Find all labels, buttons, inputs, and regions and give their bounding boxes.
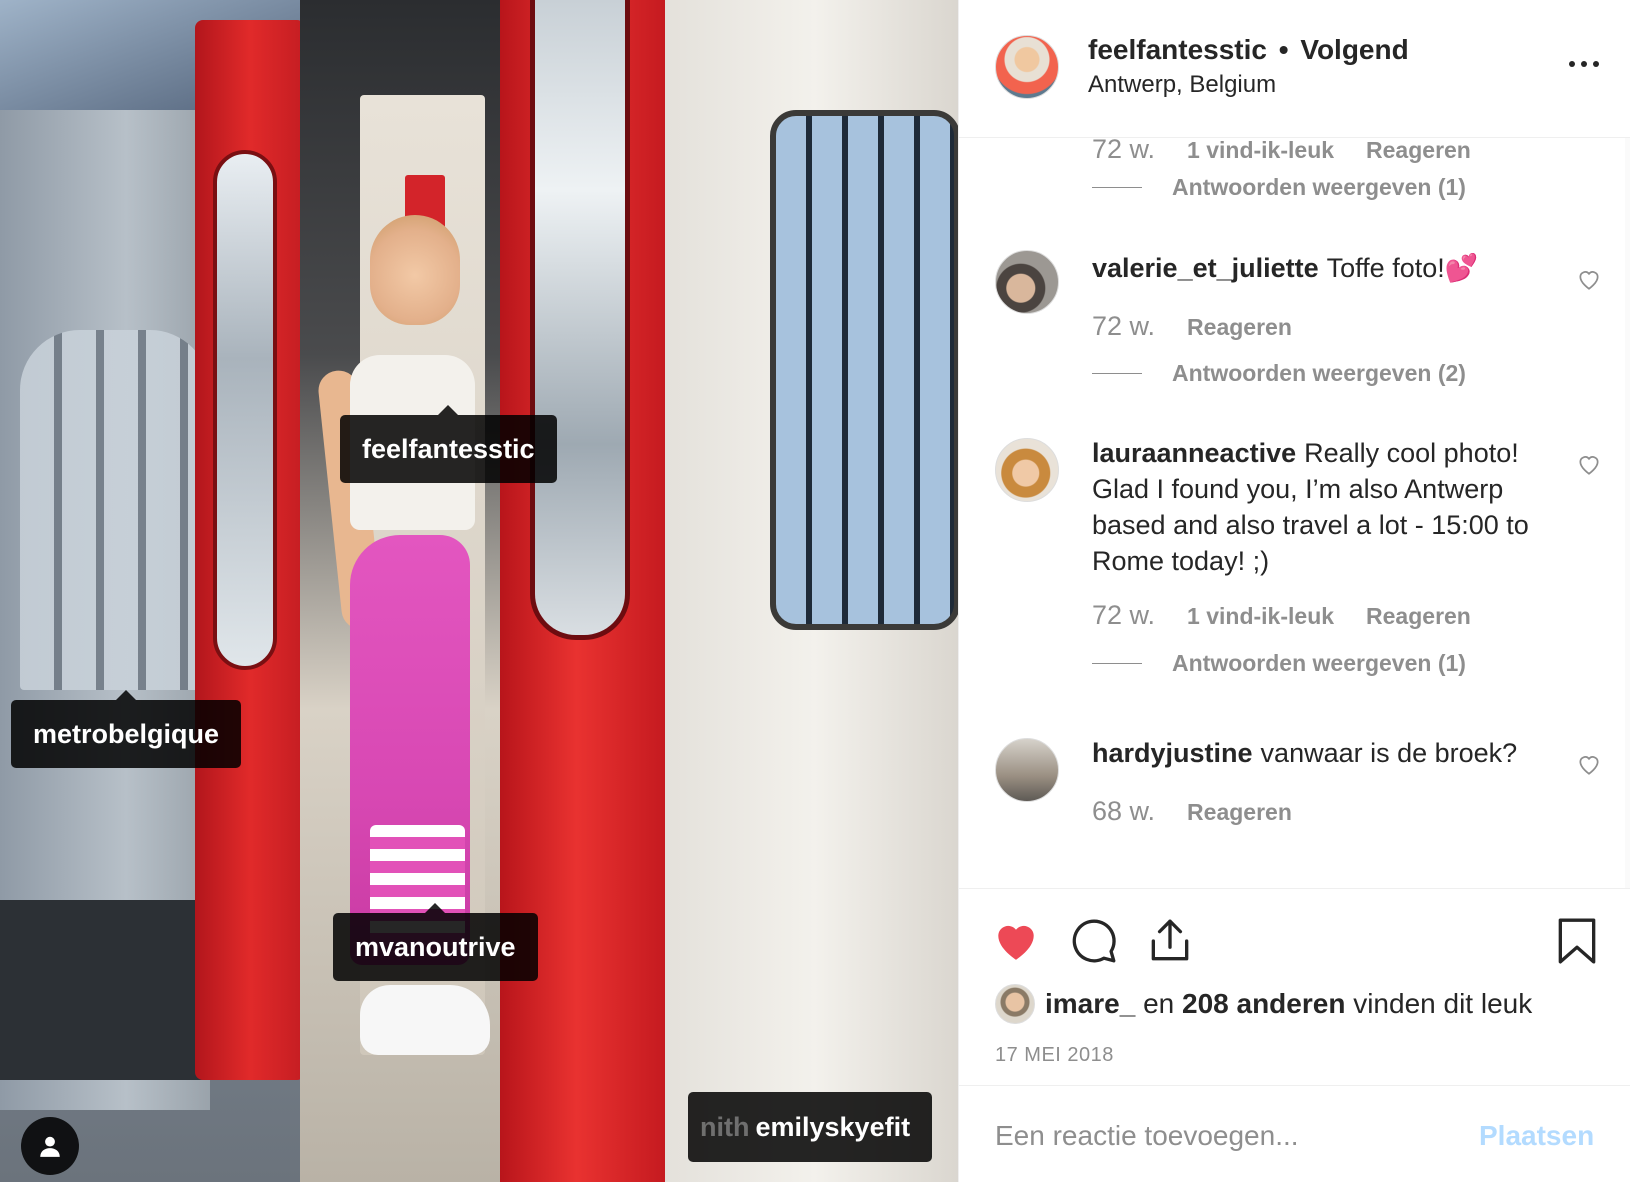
train-door bbox=[195, 20, 305, 1080]
reply-button[interactable]: Reageren bbox=[1366, 603, 1471, 630]
likes-suffix: vinden dit leuk bbox=[1345, 988, 1533, 1019]
post-date[interactable]: 17 MEI 2018 bbox=[995, 1044, 1114, 1067]
user-tag-mvanoutrive[interactable]: mvanoutrive bbox=[333, 903, 538, 981]
reply-button[interactable]: Reageren bbox=[1366, 138, 1471, 164]
comment-time[interactable]: 68 w. bbox=[1092, 796, 1155, 827]
avatar[interactable] bbox=[995, 35, 1059, 99]
heart-filled-icon[interactable] bbox=[991, 916, 1041, 966]
likes-connector: en bbox=[1135, 988, 1182, 1019]
ellipsis-icon-dot bbox=[1593, 61, 1599, 67]
replies-line bbox=[1092, 373, 1142, 374]
comment-likes-count[interactable]: 1 vind-ik-leuk bbox=[1187, 603, 1334, 630]
avatar[interactable] bbox=[995, 738, 1059, 802]
comment-username[interactable]: valerie_et_juliette bbox=[1092, 253, 1319, 283]
avatar[interactable] bbox=[995, 984, 1035, 1024]
location-link[interactable]: Antwerp, Belgium bbox=[1088, 71, 1276, 99]
follow-status-button[interactable]: Volgend bbox=[1300, 34, 1408, 65]
replies-line bbox=[1092, 663, 1142, 664]
replies-line bbox=[1092, 187, 1142, 188]
comment-like-icon[interactable] bbox=[1576, 451, 1602, 477]
comment-meta: 72 w. 1 vind-ik-leuk Reageren bbox=[1092, 600, 1471, 631]
comment-body: valerie_et_juliette Toffe foto!💕 bbox=[1092, 250, 1552, 286]
comment-text: vanwaar is de broek? bbox=[1260, 738, 1518, 768]
avatar[interactable] bbox=[995, 438, 1059, 502]
scrollbar[interactable] bbox=[1625, 138, 1630, 888]
comment-time[interactable]: 72 w. bbox=[1092, 311, 1155, 342]
user-tag-label: metrobelgique bbox=[33, 719, 220, 749]
person-icon bbox=[40, 1136, 60, 1157]
comment-meta: 72 w. 1 vind-ik-leuk Reageren bbox=[1092, 138, 1471, 165]
user-tags-button[interactable] bbox=[21, 1117, 79, 1175]
comment-text: Toffe foto!💕 bbox=[1326, 253, 1479, 283]
comment-meta: 68 w. Reageren bbox=[1092, 796, 1292, 827]
view-replies-button[interactable]: Antwoorden weergeven (1) bbox=[1092, 174, 1466, 201]
comments-list[interactable]: 72 w. 1 vind-ik-leuk Reageren Antwoorden… bbox=[959, 138, 1630, 888]
comment-username[interactable]: hardyjustine bbox=[1092, 738, 1253, 768]
user-tag-label: emilyskyefit bbox=[755, 1112, 911, 1142]
comment-meta: 72 w. Reageren bbox=[1092, 311, 1292, 342]
reply-button[interactable]: Reageren bbox=[1187, 799, 1292, 826]
train-body bbox=[665, 0, 958, 1182]
view-replies-label: Antwoorden weergeven (1) bbox=[1172, 174, 1466, 200]
view-replies-label: Antwoorden weergeven (2) bbox=[1172, 360, 1466, 386]
user-tag-ghost: nith bbox=[700, 1112, 750, 1142]
view-replies-button[interactable]: Antwoorden weergeven (1) bbox=[1092, 650, 1466, 677]
post-actions: imare_ en 208 anderen vinden dit leuk 17… bbox=[959, 888, 1630, 1088]
view-replies-label: Antwoorden weergeven (1) bbox=[1172, 650, 1466, 676]
more-options-button[interactable] bbox=[1564, 50, 1604, 78]
liker-username[interactable]: imare_ bbox=[1045, 988, 1135, 1019]
likes-summary: imare_ en 208 anderen vinden dit leuk bbox=[995, 984, 1532, 1024]
comment-icon[interactable] bbox=[1069, 916, 1119, 966]
share-icon[interactable] bbox=[1145, 916, 1195, 966]
likes-count-button[interactable]: 208 anderen bbox=[1182, 988, 1345, 1019]
comment-likes-count[interactable]: 1 vind-ik-leuk bbox=[1187, 138, 1334, 164]
post-header: feelfantesstic • Volgend Antwerp, Belgiu… bbox=[959, 0, 1630, 138]
comment-time[interactable]: 72 w. bbox=[1092, 138, 1155, 165]
header-user-line: feelfantesstic • Volgend bbox=[1088, 34, 1409, 66]
post-photo[interactable]: feelfantesstic metrobelgique mvanoutrive… bbox=[0, 0, 958, 1182]
ellipsis-icon-dot bbox=[1581, 61, 1587, 67]
comment-like-icon[interactable] bbox=[1576, 751, 1602, 777]
train-stripe bbox=[0, 900, 210, 1080]
ellipsis-icon bbox=[1569, 61, 1575, 67]
comment-composer: Plaatsen bbox=[959, 1085, 1630, 1182]
comment-body: lauraanneactive Really cool photo! Glad I… bbox=[1092, 435, 1552, 579]
train-window bbox=[20, 330, 210, 690]
user-tag-emilyskyefit[interactable]: nith emilyskyefit bbox=[688, 1092, 933, 1162]
avatar[interactable] bbox=[995, 250, 1059, 314]
view-replies-button[interactable]: Antwoorden weergeven (2) bbox=[1092, 360, 1466, 387]
user-tag-feelfantesstic[interactable]: feelfantesstic bbox=[340, 405, 557, 483]
post-details-panel: feelfantesstic • Volgend Antwerp, Belgiu… bbox=[958, 0, 1630, 1182]
reply-button[interactable]: Reageren bbox=[1187, 314, 1292, 341]
username-link[interactable]: feelfantesstic bbox=[1088, 34, 1267, 65]
comment-username[interactable]: lauraanneactive bbox=[1092, 438, 1296, 468]
train-door bbox=[500, 0, 670, 1182]
comment-time[interactable]: 72 w. bbox=[1092, 600, 1155, 631]
comment-input[interactable] bbox=[995, 1108, 1465, 1164]
separator-dot: • bbox=[1278, 34, 1289, 65]
comment-like-icon[interactable] bbox=[1576, 266, 1602, 292]
post-comment-button[interactable]: Plaatsen bbox=[1479, 1120, 1594, 1152]
comment-body: hardyjustine vanwaar is de broek? bbox=[1092, 735, 1552, 771]
user-tag-metrobelgique[interactable]: metrobelgique bbox=[9, 686, 242, 768]
bookmark-icon[interactable] bbox=[1552, 916, 1602, 966]
